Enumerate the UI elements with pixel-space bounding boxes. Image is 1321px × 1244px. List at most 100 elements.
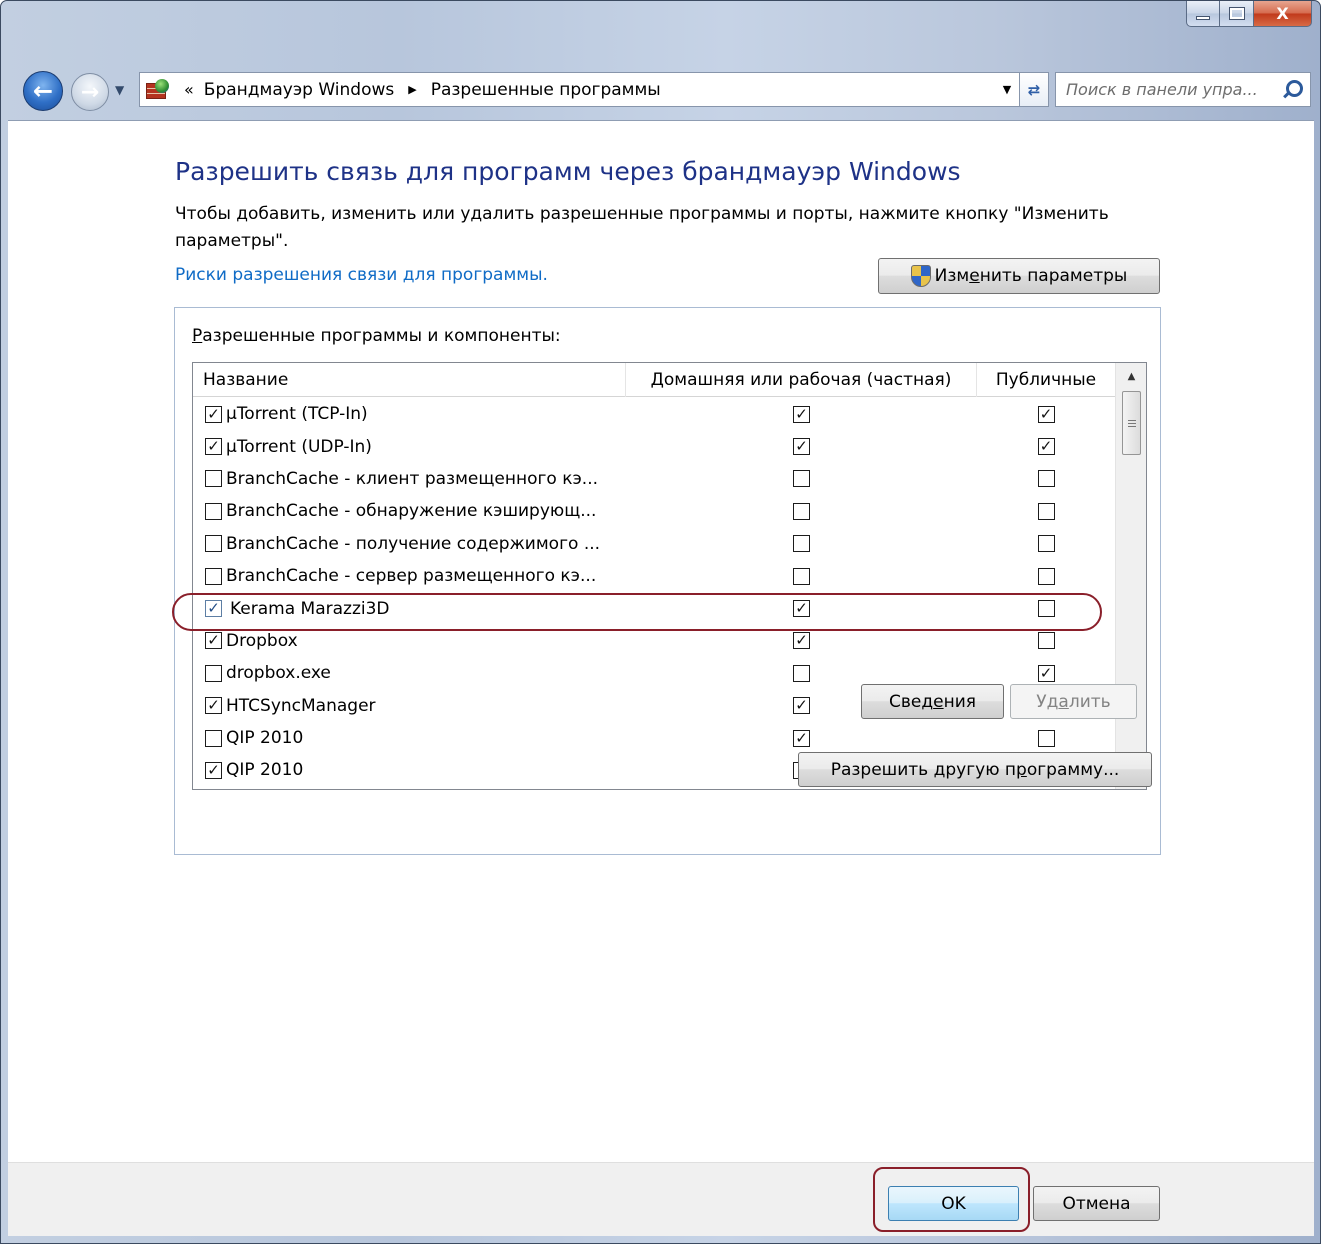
list-item[interactable]: QIP 2010 ✓ (193, 722, 1115, 754)
content-area: Разрешить связь для программ через бранд… (8, 120, 1314, 1162)
private-network-checkbox[interactable] (793, 664, 810, 682)
private-cell: ✓ (626, 438, 977, 456)
breadcrumb-overflow[interactable]: « (184, 80, 194, 99)
program-name: µTorrent (TCP-In) (226, 404, 368, 425)
breadcrumb: « Брандмауэр Windows ▶ Разрешенные прогр… (172, 80, 661, 100)
public-network-checkbox[interactable] (1037, 502, 1055, 520)
uac-shield-icon (910, 265, 931, 287)
program-name-cell: ✓ Dropbox (193, 631, 626, 651)
column-header-name[interactable]: Название (193, 363, 626, 397)
program-name: QIP 2010 (226, 760, 304, 781)
change-settings-button[interactable]: Изменить параметры (878, 258, 1160, 294)
public-cell (977, 470, 1115, 488)
program-enabled-checkbox[interactable]: ✓ (205, 438, 222, 456)
list-item[interactable]: ✓ Kerama Marazzi3D ✓ (193, 592, 1115, 624)
title-bar[interactable]: X (1, 1, 1320, 59)
program-enabled-checkbox[interactable] (205, 729, 222, 747)
program-name: HTCSyncManager (226, 695, 376, 716)
private-network-checkbox[interactable]: ✓ (793, 632, 810, 650)
program-name-cell: ✓ QIP 2010 (193, 760, 626, 780)
public-network-checkbox[interactable] (1037, 729, 1055, 747)
private-cell (626, 535, 977, 553)
scroll-up-icon[interactable]: ▲ (1116, 363, 1146, 389)
minimize-button[interactable] (1186, 1, 1220, 27)
address-bar[interactable]: « Брандмауэр Windows ▶ Разрешенные прогр… (139, 72, 996, 107)
list-item[interactable]: ✓ µTorrent (UDP-In) ✓ ✓ (193, 430, 1115, 462)
program-enabled-checkbox[interactable] (205, 470, 222, 488)
list-item[interactable]: BranchCache - сервер размещенного кэ... (193, 560, 1115, 592)
list-item[interactable]: BranchCache - обнаружение кэширующ... (193, 495, 1115, 527)
breadcrumb-separator-icon[interactable]: ▶ (408, 83, 416, 96)
program-enabled-checkbox[interactable]: ✓ (205, 600, 222, 618)
program-name: µTorrent (UDP-In) (226, 436, 372, 457)
private-network-checkbox[interactable]: ✓ (793, 697, 810, 715)
program-enabled-checkbox[interactable] (205, 535, 222, 553)
public-network-checkbox[interactable]: ✓ (1037, 405, 1055, 423)
ok-button[interactable]: OK (888, 1186, 1019, 1221)
program-name-cell: dropbox.exe (193, 663, 626, 683)
program-enabled-checkbox[interactable]: ✓ (205, 697, 222, 715)
private-network-checkbox[interactable]: ✓ (793, 729, 810, 747)
column-header-private[interactable]: Домашняя или рабочая (частная) (626, 363, 977, 397)
program-name-cell: BranchCache - клиент размещенного кэ... (193, 469, 626, 489)
public-network-checkbox[interactable]: ✓ (1037, 664, 1055, 682)
program-enabled-checkbox[interactable] (205, 567, 222, 585)
public-cell (977, 502, 1115, 520)
program-enabled-checkbox[interactable]: ✓ (205, 761, 222, 779)
public-network-checkbox[interactable] (1037, 470, 1055, 488)
breadcrumb-firewall[interactable]: Брандмауэр Windows (204, 80, 394, 100)
search-input[interactable]: Поиск в панели упра... (1056, 80, 1280, 99)
remove-button[interactable]: Уд а лить (1010, 684, 1137, 719)
program-name-cell: ✓ Kerama Marazzi3D (193, 599, 626, 619)
private-network-checkbox[interactable]: ✓ (793, 438, 810, 456)
vertical-scrollbar[interactable]: ▲ ▼ (1115, 363, 1146, 789)
list-item[interactable]: BranchCache - получение содержимого ... (193, 528, 1115, 560)
recent-pages-dropdown[interactable]: ▼ (115, 83, 124, 97)
public-cell: ✓ (977, 664, 1115, 682)
programs-list[interactable]: Название Домашняя или рабочая (частная) … (192, 362, 1147, 790)
allow-another-program-button[interactable]: Разрешить другую п р ограмму... (798, 752, 1152, 787)
program-enabled-checkbox[interactable]: ✓ (205, 632, 222, 650)
forward-button[interactable]: → (71, 73, 109, 111)
private-network-checkbox[interactable] (793, 470, 810, 488)
program-name-cell: BranchCache - обнаружение кэширующ... (193, 501, 626, 521)
column-header-public[interactable]: Публичные (977, 363, 1115, 397)
private-network-checkbox[interactable] (793, 567, 810, 585)
program-enabled-checkbox[interactable] (205, 664, 222, 682)
cancel-button[interactable]: Отмена (1033, 1186, 1160, 1221)
search-box[interactable]: Поиск в панели упра... (1055, 72, 1311, 107)
private-network-checkbox[interactable]: ✓ (793, 600, 810, 618)
private-network-checkbox[interactable] (793, 535, 810, 553)
public-network-checkbox[interactable] (1037, 567, 1055, 585)
address-dropdown-button[interactable]: ▼ (995, 72, 1020, 107)
risks-link[interactable]: Риски разрешения связи для программы. (175, 265, 548, 285)
close-button[interactable]: X (1254, 1, 1312, 27)
private-cell: ✓ (626, 600, 977, 618)
back-button[interactable]: ← (23, 71, 63, 111)
search-icon[interactable] (1280, 78, 1304, 102)
public-network-checkbox[interactable] (1037, 600, 1055, 618)
program-enabled-checkbox[interactable]: ✓ (205, 405, 222, 423)
list-item[interactable]: ✓ µTorrent (TCP-In) ✓ ✓ (193, 398, 1115, 430)
program-name: BranchCache - обнаружение кэширующ... (226, 501, 597, 522)
scrollbar-thumb[interactable] (1122, 391, 1141, 455)
program-name-cell: ✓ HTCSyncManager (193, 696, 626, 716)
program-name: BranchCache - получение содержимого ... (226, 533, 601, 554)
close-icon: X (1276, 4, 1289, 23)
list-item[interactable]: BranchCache - клиент размещенного кэ... (193, 463, 1115, 495)
public-cell (977, 535, 1115, 553)
private-network-checkbox[interactable] (793, 502, 810, 520)
breadcrumb-allowed-programs[interactable]: Разрешенные программы (431, 80, 661, 100)
maximize-button[interactable] (1220, 1, 1254, 27)
list-item[interactable]: ✓ Dropbox ✓ (193, 625, 1115, 657)
refresh-button[interactable]: ⇄ (1019, 72, 1049, 107)
public-network-checkbox[interactable]: ✓ (1037, 438, 1055, 456)
details-button[interactable]: Свед е ния (861, 684, 1004, 719)
public-network-checkbox[interactable] (1037, 535, 1055, 553)
group-title: Разрешенные программы и компоненты: (192, 326, 561, 346)
public-network-checkbox[interactable] (1037, 632, 1055, 650)
program-name-cell: ✓ µTorrent (UDP-In) (193, 437, 626, 457)
program-enabled-checkbox[interactable] (205, 502, 222, 520)
private-network-checkbox[interactable]: ✓ (793, 405, 810, 423)
forward-arrow-icon: → (80, 79, 100, 105)
